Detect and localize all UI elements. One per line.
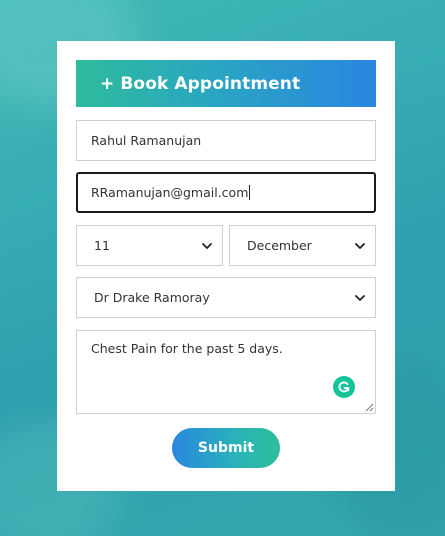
name-field-value: Rahul Ramanujan [91,133,202,148]
doctor-select-value: Dr Drake Ramoray [94,290,210,305]
text-cursor [249,185,251,200]
chevron-down-icon [355,294,365,301]
email-field[interactable]: RRamanujan@gmail.com [76,172,376,213]
chevron-down-icon [355,242,365,249]
month-select[interactable]: December [229,225,376,266]
submit-button[interactable]: Submit [172,428,280,468]
chevron-down-icon [202,242,212,249]
grammarly-icon[interactable] [333,376,355,398]
name-field[interactable]: Rahul Ramanujan [76,120,376,161]
month-select-value: December [247,238,312,253]
resize-handle-icon[interactable] [365,403,374,412]
day-select[interactable]: 11 [76,225,223,266]
form-title: + Book Appointment [100,73,301,94]
appointment-form-card: + Book Appointment Rahul Ramanujan RRama… [57,41,395,491]
day-select-value: 11 [94,238,110,253]
doctor-select[interactable]: Dr Drake Ramoray [76,277,376,318]
grammarly-g-icon [338,381,350,393]
email-field-value: RRamanujan@gmail.com [91,185,249,200]
message-textarea[interactable]: Chest Pain for the past 5 days. [76,330,376,414]
form-header: + Book Appointment [76,60,376,107]
message-textarea-value: Chest Pain for the past 5 days. [91,341,283,356]
